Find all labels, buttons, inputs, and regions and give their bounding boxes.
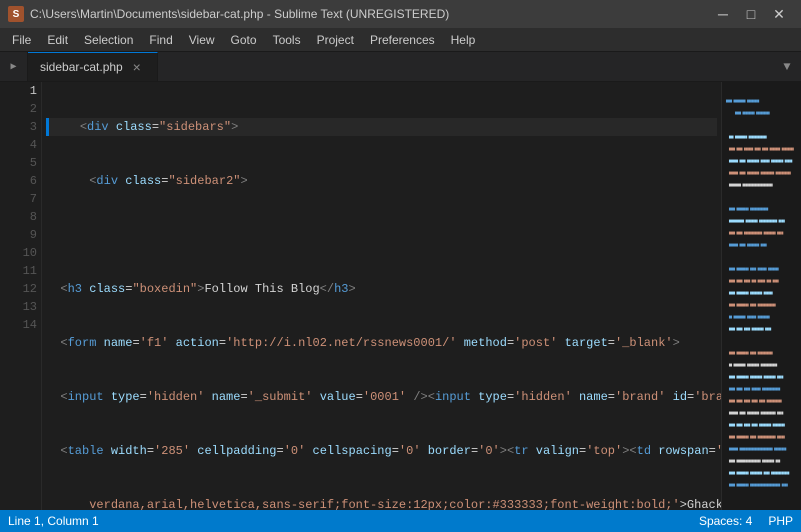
menu-edit[interactable]: Edit — [39, 28, 76, 51]
menu-find[interactable]: Find — [141, 28, 180, 51]
line-number-12: 12 — [8, 280, 37, 298]
line-number-2: 2 — [8, 100, 37, 118]
menu-bar: File Edit Selection Find View Goto Tools… — [0, 28, 801, 52]
line-numbers: 1 2 3 4 5 6 7 8 9 10 11 12 13 14 — [0, 82, 42, 510]
indentation-type: Spaces: 4 — [699, 514, 752, 528]
code-line-7b: verdana,arial,helvetica,sans-serif;font-… — [46, 496, 717, 510]
menu-tools[interactable]: Tools — [265, 28, 309, 51]
code-line-3 — [46, 226, 717, 244]
line-number-14: 14 — [8, 316, 37, 334]
code-line-7: <table width='285' cellpadding='0' cells… — [46, 442, 717, 460]
line-number-10: 10 — [8, 244, 37, 262]
code-line-4: <h3 class="boxedin">Follow This Blog</h3… — [46, 280, 717, 298]
minimize-button[interactable]: ─ — [709, 0, 737, 28]
tab-label: sidebar-cat.php — [40, 60, 123, 74]
tab-bar: ▶ sidebar-cat.php × ▼ — [0, 52, 801, 82]
tab-scroll-left[interactable]: ▶ — [0, 52, 28, 81]
file-type: PHP — [768, 514, 793, 528]
line-number-6: 6 — [8, 172, 37, 190]
menu-view[interactable]: View — [181, 28, 223, 51]
code-line-5: <form name='f1' action='http://i.nl02.ne… — [46, 334, 717, 352]
title-bar-left: S C:\Users\Martin\Documents\sidebar-cat.… — [8, 6, 449, 22]
menu-project[interactable]: Project — [309, 28, 362, 51]
tab-close-button[interactable]: × — [129, 59, 145, 75]
line-number-1: 1 — [8, 82, 37, 100]
menu-file[interactable]: File — [4, 28, 39, 51]
cursor-position: Line 1, Column 1 — [8, 514, 99, 528]
app-icon: S — [8, 6, 24, 22]
line-number-11: 11 — [8, 262, 37, 280]
code-line-2: <div class="sidebar2"> — [46, 172, 717, 190]
code-editor[interactable]: <div class="sidebars"> <div class="sideb… — [42, 82, 721, 510]
close-button[interactable]: ✕ — [765, 0, 793, 28]
line-number-4: 4 — [8, 136, 37, 154]
maximize-button[interactable]: □ — [737, 0, 765, 28]
menu-help[interactable]: Help — [443, 28, 484, 51]
window-controls: ─ □ ✕ — [709, 0, 793, 28]
line-number-8: 8 — [8, 208, 37, 226]
line-number-13: 13 — [8, 298, 37, 316]
status-bar: Line 1, Column 1 Spaces: 4 PHP — [0, 510, 801, 532]
editor-area: 1 2 3 4 5 6 7 8 9 10 11 12 13 14 <div cl… — [0, 82, 801, 510]
minimap: ████ ████████ ████████ ████ ████████ ███… — [721, 82, 801, 510]
line-number-3: 3 — [8, 118, 37, 136]
menu-selection[interactable]: Selection — [76, 28, 141, 51]
tab-sidebar-cat[interactable]: sidebar-cat.php × — [28, 52, 158, 81]
title-bar: S C:\Users\Martin\Documents\sidebar-cat.… — [0, 0, 801, 28]
menu-preferences[interactable]: Preferences — [362, 28, 443, 51]
tab-overflow-button[interactable]: ▼ — [773, 52, 801, 81]
status-bar-right: Spaces: 4 PHP — [699, 514, 793, 528]
code-line-1: <div class="sidebars"> — [46, 118, 717, 136]
window-title: C:\Users\Martin\Documents\sidebar-cat.ph… — [30, 7, 449, 21]
line-number-9: 9 — [8, 226, 37, 244]
minimap-content: ████ ████████ ████████ ████ ████████ ███… — [722, 82, 801, 506]
line-number-5: 5 — [8, 154, 37, 172]
code-line-6: <input type='hidden' name='_submit' valu… — [46, 388, 717, 406]
menu-goto[interactable]: Goto — [223, 28, 265, 51]
line-number-7: 7 — [8, 190, 37, 208]
